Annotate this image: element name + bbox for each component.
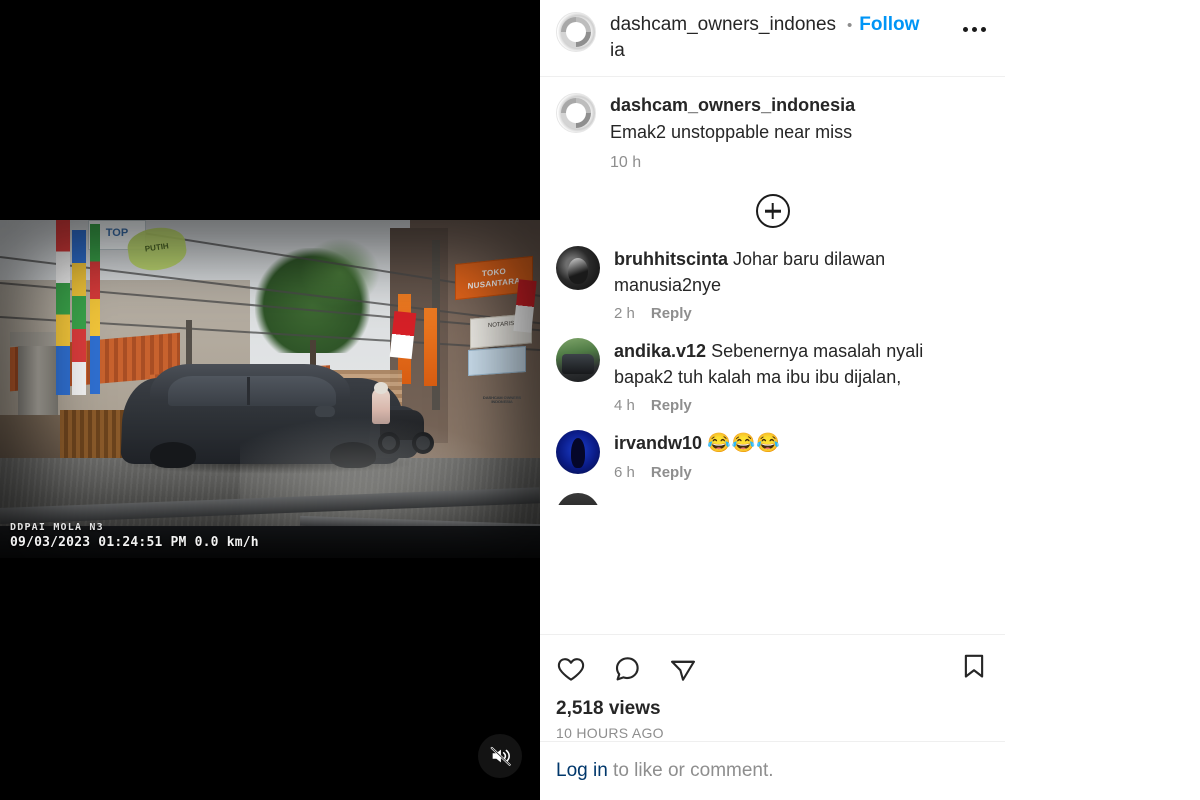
profile-logo-text: DASHCAM OWNERS INDONESIA	[482, 394, 522, 404]
instagram-post-embed: TOP PUTIH TOKO NUSANTARA NOTARIS DDPAI M…	[0, 0, 1005, 800]
page-root: TOP PUTIH TOKO NUSANTARA NOTARIS DDPAI M…	[0, 0, 1200, 800]
caption-avatar[interactable]: DASHCAM OWNERS INDONESIA	[482, 93, 596, 404]
post-info-column: DASHCAM OWNERS INDONESIA dashcam_owners_i…	[482, 0, 1005, 800]
caption-block: DASHCAM OWNERS INDONESIA dashcam_owners_i…	[482, 77, 1005, 404]
dashcam-timestamp: 09/03/2023 01:24:51 PM 0.0 km/h	[10, 535, 259, 550]
dashcam-brand-label: DDPAI MOLA N3	[10, 522, 104, 533]
unmute-button[interactable]	[478, 734, 522, 778]
mute-icon	[490, 746, 511, 766]
dashcam-osd: DDPAI MOLA N3 09/03/2023 01:24:51 PM 0.0…	[10, 522, 259, 550]
